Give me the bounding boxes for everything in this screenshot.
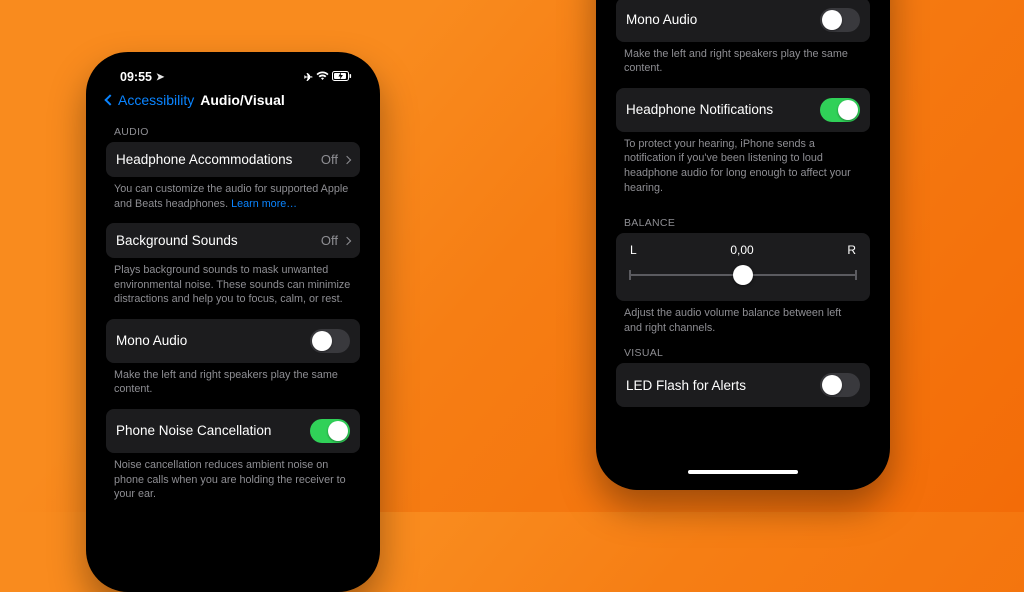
toggle-mono-audio[interactable]: [310, 329, 350, 353]
slider-knob[interactable]: [733, 265, 753, 285]
wifi-icon: [316, 71, 329, 84]
row-led-flash[interactable]: LED Flash for Alerts: [616, 363, 870, 407]
row-desc-mono-audio: Make the left and right speakers play th…: [616, 42, 870, 78]
chevron-left-icon: [104, 94, 115, 105]
row-label: Phone Noise Cancellation: [116, 423, 271, 438]
back-button[interactable]: Accessibility: [104, 92, 194, 108]
row-label: Mono Audio: [626, 12, 697, 27]
balance-right-label: R: [847, 243, 856, 257]
balance-slider[interactable]: [630, 263, 856, 287]
row-background-sounds[interactable]: Background Sounds Off: [106, 223, 360, 258]
row-phone-noise-cancellation: Phone Noise Cancellation: [106, 409, 360, 453]
row-label: Background Sounds: [116, 233, 238, 248]
section-header-visual: VISUAL: [616, 337, 870, 363]
toggle-headphone-notifications[interactable]: [820, 98, 860, 122]
row-headphone-notifications: Headphone Notifications: [616, 88, 870, 132]
row-mono-audio: Mono Audio: [616, 0, 870, 42]
nav-bar: Accessibility Audio/Visual: [96, 86, 370, 116]
page-title: Audio/Visual: [200, 92, 285, 108]
balance-box: L 0,00 R: [616, 233, 870, 301]
row-desc-mono-audio: Make the left and right speakers play th…: [106, 363, 360, 399]
back-label: Accessibility: [118, 92, 194, 108]
toggle-mono-audio[interactable]: [820, 8, 860, 32]
row-label: Headphone Notifications: [626, 102, 773, 117]
row-label: Headphone Accommodations: [116, 152, 292, 167]
row-headphone-accommodations[interactable]: Headphone Accommodations Off: [106, 142, 360, 177]
airplane-icon: ✈: [304, 71, 313, 84]
section-header-audio: AUDIO: [106, 116, 360, 142]
status-time: 09:55: [120, 70, 152, 84]
chevron-right-icon: [343, 236, 351, 244]
phone-frame-right: Plays background sounds to mask unwanted…: [596, 0, 890, 490]
notch: [168, 62, 298, 86]
balance-left-label: L: [630, 243, 637, 257]
row-desc-phone-noise-cancellation: Noise cancellation reduces ambient noise…: [106, 453, 360, 504]
section-header-balance: BALANCE: [616, 207, 870, 233]
row-value: Off: [321, 233, 338, 248]
row-value: Off: [321, 152, 338, 167]
phone-frame-left: 09:55 ➤ ✈ Accessibility: [86, 52, 380, 592]
bezel: 09:55 ➤ ✈ Accessibility: [96, 62, 370, 582]
screen-right: Plays background sounds to mask unwanted…: [606, 0, 880, 440]
row-desc-headphone-accommodations: You can customize the audio for supporte…: [106, 177, 360, 213]
row-label: Mono Audio: [116, 333, 187, 348]
row-label: LED Flash for Alerts: [626, 378, 746, 393]
balance-value: 0,00: [730, 243, 753, 257]
home-indicator[interactable]: [688, 470, 798, 474]
screen-left: 09:55 ➤ ✈ Accessibility: [96, 62, 370, 562]
row-desc-headphone-notifications: To protect your hearing, iPhone sends a …: [616, 132, 870, 197]
battery-icon: [332, 71, 352, 84]
row-desc-background-sounds: Plays background sounds to mask unwanted…: [106, 258, 360, 309]
chevron-right-icon: [343, 155, 351, 163]
toggle-led-flash[interactable]: [820, 373, 860, 397]
location-icon: ➤: [156, 72, 164, 83]
learn-more-link[interactable]: Learn more…: [231, 198, 297, 210]
bezel: Plays background sounds to mask unwanted…: [606, 0, 880, 480]
row-mono-audio: Mono Audio: [106, 319, 360, 363]
row-desc-balance: Adjust the audio volume balance between …: [616, 301, 870, 337]
toggle-phone-noise-cancellation[interactable]: [310, 419, 350, 443]
